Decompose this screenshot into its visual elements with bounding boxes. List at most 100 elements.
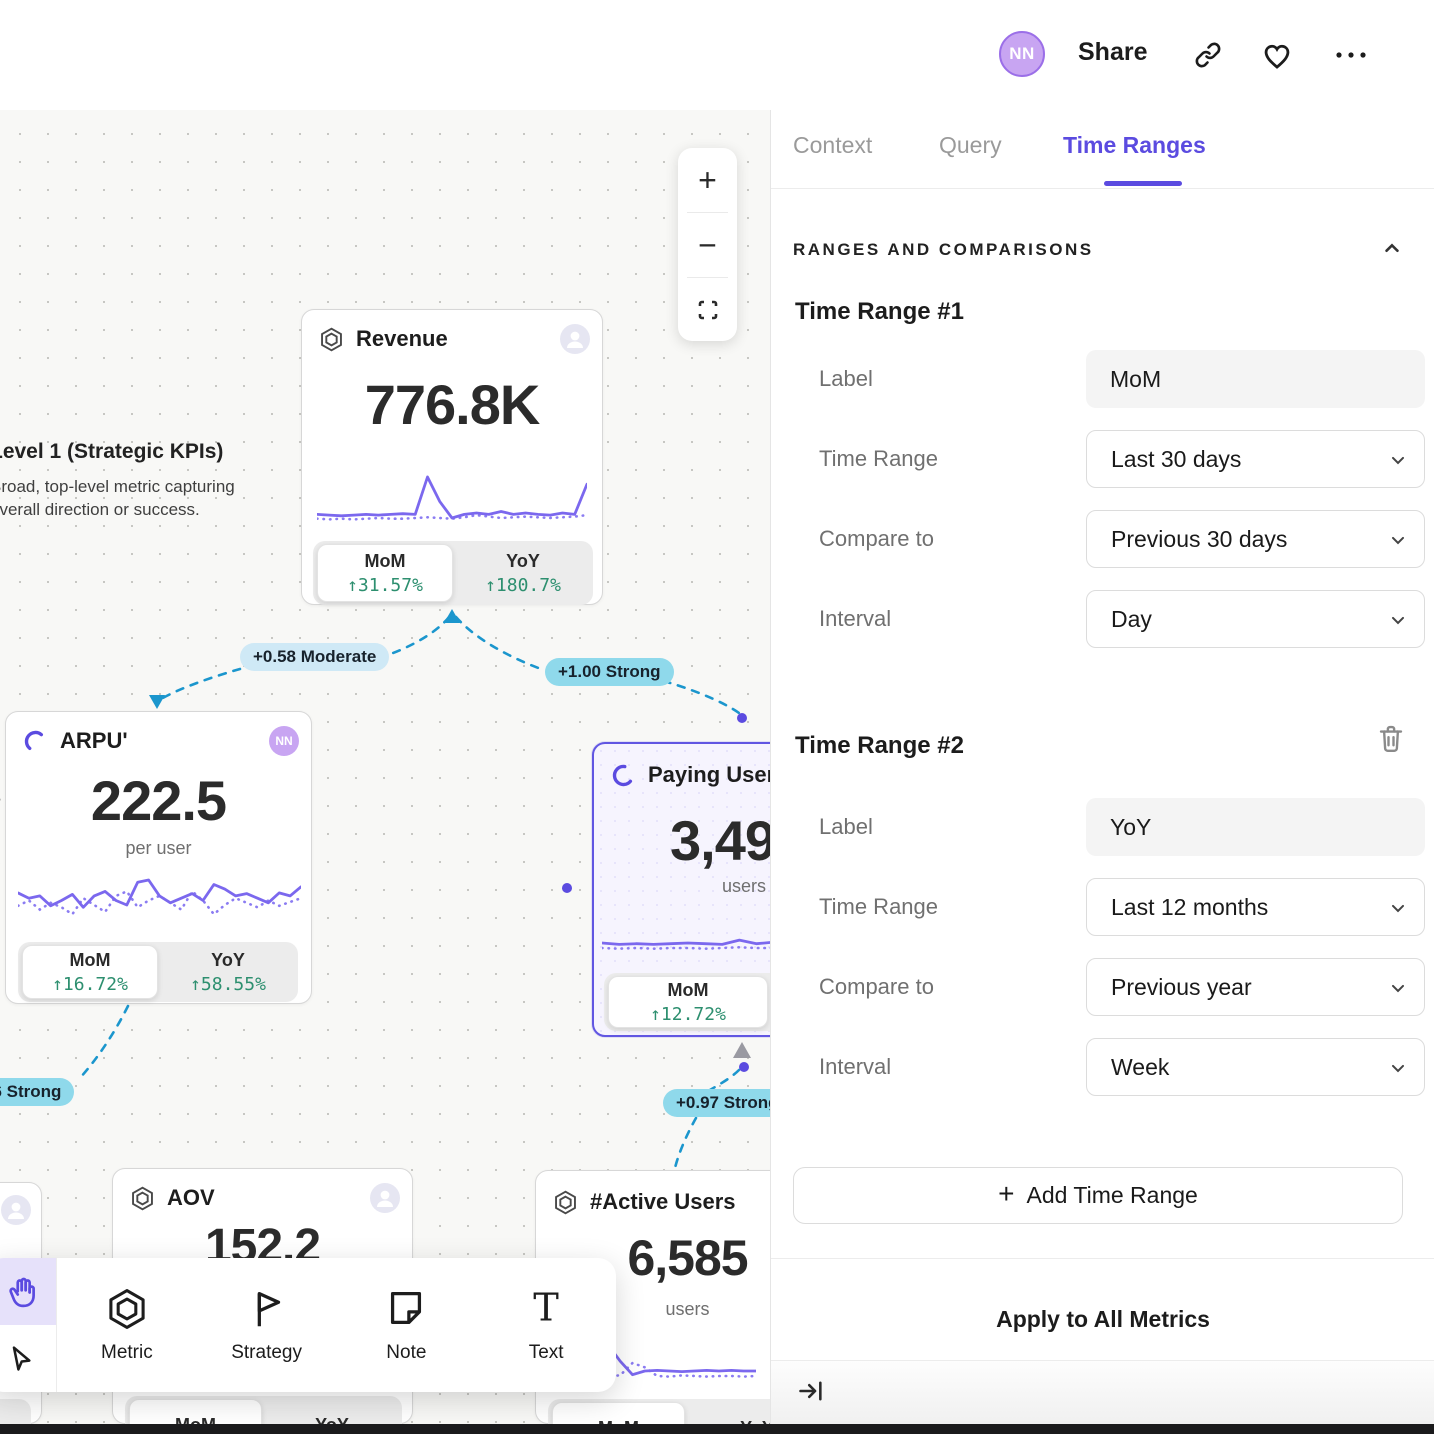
field-label: Label [819, 798, 873, 856]
metric-hexagon-icon [129, 1185, 156, 1212]
metric-tool[interactable]: Metric [57, 1258, 197, 1392]
tool-label: Strategy [231, 1342, 302, 1364]
toggle-mom[interactable]: MoM [552, 1402, 685, 1424]
collapse-section-button[interactable] [1379, 235, 1405, 261]
toggle-yoy[interactable]: YoY [262, 1396, 402, 1424]
toggle-yoy[interactable]: YoY ↑58.55% [158, 942, 298, 1002]
collapse-right-icon [797, 1377, 825, 1405]
copy-link-button[interactable] [1193, 40, 1223, 70]
correlation-label[interactable]: 66 Strong [0, 1078, 74, 1106]
tab-query[interactable]: Query [939, 132, 1002, 159]
timerange-toggle: MoM ↑16.72% YoY ↑58.55% [18, 942, 298, 1002]
field-label: Label [819, 350, 873, 408]
field-label: Time Range [819, 878, 938, 936]
apply-all-metrics-button[interactable]: Apply to All Metrics [771, 1306, 1434, 1333]
assignee-avatar[interactable]: NN [269, 726, 299, 756]
plus-icon: + [998, 1178, 1014, 1210]
toggle-mom[interactable]: MoM ↑31.57% [317, 544, 453, 602]
share-button[interactable]: Share [1078, 38, 1147, 67]
correlation-label[interactable]: +0.97 Strong [663, 1089, 770, 1117]
text-icon: T [523, 1286, 569, 1332]
link-icon [1193, 40, 1223, 70]
assignee-avatar[interactable] [370, 1183, 400, 1213]
select-value: Previous year [1111, 974, 1252, 1001]
user-avatar[interactable]: NN [999, 31, 1045, 77]
panel-footer [771, 1361, 1434, 1424]
chevron-down-icon [1388, 898, 1408, 918]
add-time-range-button[interactable]: + Add Time Range [793, 1167, 1403, 1224]
zoom-controls: + − [678, 148, 737, 341]
delete-time-range-button[interactable] [1376, 722, 1406, 756]
chevron-down-icon [1388, 450, 1408, 470]
correlation-label[interactable]: +0.58 Moderate [240, 643, 389, 671]
favorite-button[interactable] [1261, 40, 1291, 70]
toggle-label: YoY [211, 950, 245, 971]
fullscreen-icon [696, 298, 720, 322]
metric-hexagon-icon [318, 326, 345, 353]
metric-card-revenue[interactable]: Revenue 776.8K MoM ↑31.57% YoY ↑180.7% [301, 309, 603, 605]
svg-text:T: T [533, 1286, 559, 1331]
timerange-toggle[interactable] [0, 1399, 31, 1424]
person-icon [370, 1183, 400, 1213]
assignee-avatar[interactable] [1, 1195, 31, 1225]
metric-card-paying-users[interactable]: Paying Users' 3,49 users MoM ↑12.72% [592, 742, 770, 1037]
hand-tool[interactable] [0, 1258, 57, 1325]
add-time-range-label: Add Time Range [1027, 1182, 1198, 1209]
edge-arrowhead [444, 609, 460, 623]
compare-to-select[interactable]: Previous year [1086, 958, 1425, 1016]
level-annotation-title: Level 1 (Strategic KPIs) [0, 440, 250, 464]
tab-time-ranges[interactable]: Time Ranges [1063, 132, 1206, 159]
collapse-panel-button[interactable] [797, 1377, 825, 1405]
select-value: Week [1111, 1054, 1169, 1081]
card-title: Paying Users' [648, 762, 770, 788]
card-title: #Active Users [590, 1189, 736, 1215]
card-title: ARPU' [60, 728, 128, 754]
note-tool[interactable]: Note [337, 1258, 477, 1392]
interval-select[interactable]: Week [1086, 1038, 1425, 1096]
toggle-change: ↑12.72% [650, 1004, 726, 1025]
toggle-yoy[interactable]: YoY [685, 1399, 770, 1424]
select-value: Previous 30 days [1111, 526, 1287, 553]
cursor-icon [6, 1343, 38, 1375]
time-range-select[interactable]: Last 30 days [1086, 430, 1425, 488]
fit-view-button[interactable] [678, 278, 737, 342]
correlation-label[interactable]: +1.00 Strong [545, 658, 674, 686]
zoom-in-button[interactable]: + [678, 148, 737, 212]
toggle-label: YoY [506, 551, 540, 572]
person-icon [560, 324, 590, 354]
more-options-button[interactable] [1334, 47, 1364, 77]
interval-select[interactable]: Day [1086, 590, 1425, 648]
toggle-label: MoM [175, 1415, 216, 1425]
label-input[interactable]: YoY [1086, 798, 1425, 856]
connection-handle[interactable] [737, 713, 747, 723]
toggle-yoy[interactable]: YoY ↑180.7% [453, 541, 593, 605]
toggle-mom[interactable]: MoM [129, 1399, 262, 1424]
metric-hexagon-icon [104, 1286, 150, 1332]
bottom-bar [0, 1424, 1434, 1434]
compare-to-select[interactable]: Previous 30 days [1086, 510, 1425, 568]
metric-value: 222.5 [6, 768, 311, 833]
toggle-change: ↑31.57% [347, 575, 423, 596]
metric-tree-canvas[interactable]: Level 1 (Strategic KPIs) Broad, top-leve… [0, 110, 770, 1424]
field-label: Interval [819, 590, 891, 648]
sparkline [602, 894, 770, 966]
connection-handle[interactable] [739, 1062, 749, 1072]
zoom-out-button[interactable]: − [678, 213, 737, 277]
tab-context[interactable]: Context [793, 132, 872, 159]
text-tool[interactable]: T Text [476, 1258, 616, 1392]
metric-card-arpu[interactable]: ARPU' NN 222.5 per user MoM ↑16.72% YoY … [5, 711, 312, 1004]
field-label: Compare to [819, 958, 934, 1016]
select-tool[interactable] [0, 1325, 57, 1392]
strategy-tool[interactable]: Strategy [197, 1258, 337, 1392]
assignee-avatar[interactable] [560, 324, 590, 354]
toggle-mom[interactable]: MoM ↑12.72% [608, 976, 768, 1028]
level-annotation: Level 1 (Strategic KPIs) Broad, top-leve… [0, 440, 250, 522]
label-input[interactable]: MoM [1086, 350, 1425, 408]
connection-handle[interactable] [562, 883, 572, 893]
time-range-select[interactable]: Last 12 months [1086, 878, 1425, 936]
panel-tabs: Context Query Time Ranges [771, 110, 1434, 189]
select-value: Last 12 months [1111, 894, 1268, 921]
app-header: NN Share [0, 0, 1434, 110]
toggle-mom[interactable]: MoM ↑16.72% [22, 945, 158, 999]
card-title: AOV [167, 1185, 215, 1211]
